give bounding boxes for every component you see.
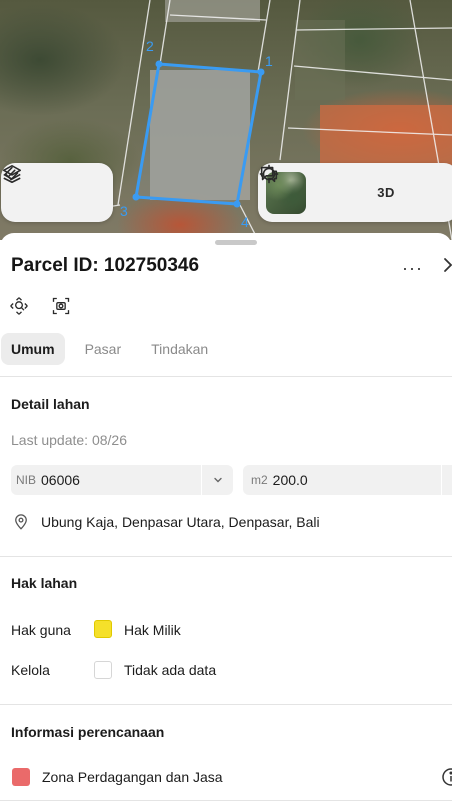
area-dropdown-button[interactable] (441, 465, 452, 495)
area-value: 200.0 (272, 472, 308, 488)
chevron-right-icon[interactable] (438, 255, 452, 275)
map-view[interactable]: 2 1 3 4 3D (0, 0, 452, 240)
more-options-button[interactable]: ··· (402, 258, 423, 279)
planning-heading: Informasi perencanaan (11, 724, 165, 740)
divider (0, 800, 452, 801)
zone-label: Zona Perdagangan dan Jasa (42, 769, 223, 785)
chevron-down-icon (213, 477, 222, 483)
chat-button[interactable] (260, 166, 452, 217)
parcel-detail-sheet: Parcel ID: 102750346 ··· Umum Pasar Tind… (0, 233, 452, 804)
last-update-text: Last update: 08/26 (11, 432, 127, 448)
tab-umum[interactable]: Umum (1, 333, 65, 365)
vertex-label-1: 1 (265, 53, 273, 69)
hak-guna-value: Hak Milik (124, 622, 181, 638)
parcel-actions-row (8, 295, 72, 317)
area-field[interactable]: m2 200.0 (243, 465, 452, 495)
mode-3d-button[interactable]: 3D (363, 169, 409, 217)
zone-swatch (12, 768, 30, 786)
info-icon[interactable] (441, 767, 452, 787)
nib-value: 06006 (41, 472, 80, 488)
vertex-label-2: 2 (146, 38, 154, 54)
hak-guna-label: Hak guna (11, 622, 71, 638)
vertex-label-4: 4 (241, 214, 249, 230)
location-text: Ubung Kaja, Denpasar Utara, Denpasar, Ba… (41, 514, 320, 530)
kelola-swatch (94, 661, 112, 679)
area-prefix: m2 (251, 473, 268, 487)
vertex-label-3: 3 (120, 203, 128, 219)
measure-button[interactable] (4, 166, 113, 217)
parcel-title: Parcel ID: 102750346 (11, 255, 200, 276)
location-pin-icon (11, 512, 31, 532)
map-tools-left (1, 163, 113, 222)
zoom-location-icon (10, 297, 28, 315)
kelola-value: Tidak ada data (124, 662, 217, 678)
chat-icon (260, 166, 278, 183)
detail-tabs: Umum Pasar Tindakan (0, 333, 228, 365)
land-detail-heading: Detail lahan (11, 396, 90, 412)
sheet-drag-handle[interactable] (215, 240, 257, 245)
kelola-label: Kelola (11, 662, 50, 678)
measure-icon (4, 166, 19, 181)
location-row: Ubung Kaja, Denpasar Utara, Denpasar, Ba… (11, 512, 320, 532)
divider (0, 704, 452, 705)
nib-prefix: NIB (16, 473, 37, 487)
nib-dropdown-button[interactable] (201, 465, 233, 495)
divider (0, 556, 452, 557)
zoom-to-parcel-button[interactable] (8, 295, 30, 317)
map-tools-right: 3D (258, 163, 452, 222)
hak-guna-swatch (94, 620, 112, 638)
mode-3d-label: 3D (377, 185, 395, 200)
screenshot-button[interactable] (50, 295, 72, 317)
camera-frame-icon (52, 297, 70, 315)
tab-pasar[interactable]: Pasar (75, 333, 132, 365)
land-rights-heading: Hak lahan (11, 575, 78, 591)
locate-button[interactable] (259, 164, 360, 217)
nib-field[interactable]: NIB 06006 (11, 465, 233, 495)
divider (0, 376, 452, 377)
tab-tindakan[interactable]: Tindakan (141, 333, 218, 365)
